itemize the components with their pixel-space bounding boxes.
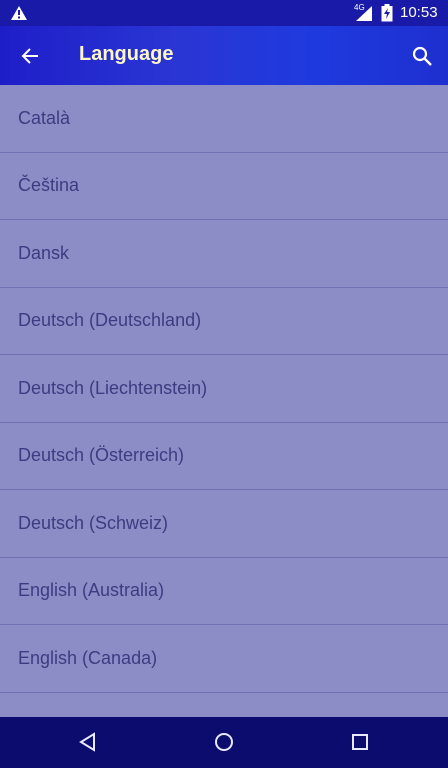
clock: 10:53	[400, 4, 438, 21]
language-label: Català	[18, 107, 71, 128]
status-bar: 4G 10:53	[0, 0, 448, 26]
page-title: Language	[79, 43, 174, 65]
arrow-left-icon	[21, 48, 38, 64]
language-label: Deutsch (Österreich)	[18, 445, 185, 466]
language-item-deutsch-liechtenstein[interactable]: Deutsch (Liechtenstein)	[0, 355, 448, 423]
language-label: Deutsch (Schweiz)	[18, 512, 169, 533]
language-item-english-canada[interactable]: English (Canada)	[0, 625, 448, 693]
language-label: Deutsch (Liechtenstein)	[18, 377, 208, 398]
search-button[interactable]	[402, 38, 442, 74]
language-item-english-australia[interactable]: English (Australia)	[0, 558, 448, 625]
back-button[interactable]	[10, 38, 50, 74]
battery-icon	[381, 4, 393, 22]
navigation-bar	[0, 717, 448, 768]
language-label: Dansk	[18, 242, 70, 263]
warning-icon	[11, 6, 27, 20]
language-item-catala[interactable]: Català	[0, 85, 448, 153]
app-bar: Language	[0, 26, 448, 85]
language-item-deutsch-osterreich[interactable]: Deutsch (Österreich)	[0, 423, 448, 490]
recents-square-icon	[352, 734, 368, 750]
home-circle-icon	[215, 733, 233, 751]
nav-home-button[interactable]	[204, 725, 244, 759]
language-label: Čeština	[18, 175, 80, 196]
search-icon	[412, 46, 432, 66]
language-label: English (Australia)	[18, 580, 165, 601]
language-label: English (Canada)	[18, 647, 158, 668]
language-item-dansk[interactable]: Dansk	[0, 220, 448, 288]
nav-back-button[interactable]	[68, 725, 108, 759]
nav-recents-button[interactable]	[340, 725, 380, 759]
back-triangle-icon	[79, 732, 95, 752]
language-item-deutsch-deutschland[interactable]: Deutsch (Deutschland)	[0, 288, 448, 355]
signal-icon	[356, 6, 372, 21]
language-item-partial[interactable]	[0, 693, 448, 718]
language-item-deutsch-schweiz[interactable]: Deutsch (Schweiz)	[0, 490, 448, 558]
language-list: Català Čeština Dansk Deutsch (Deutschlan…	[0, 85, 448, 717]
language-item-cestina[interactable]: Čeština	[0, 153, 448, 220]
language-label: Deutsch (Deutschland)	[18, 310, 202, 331]
